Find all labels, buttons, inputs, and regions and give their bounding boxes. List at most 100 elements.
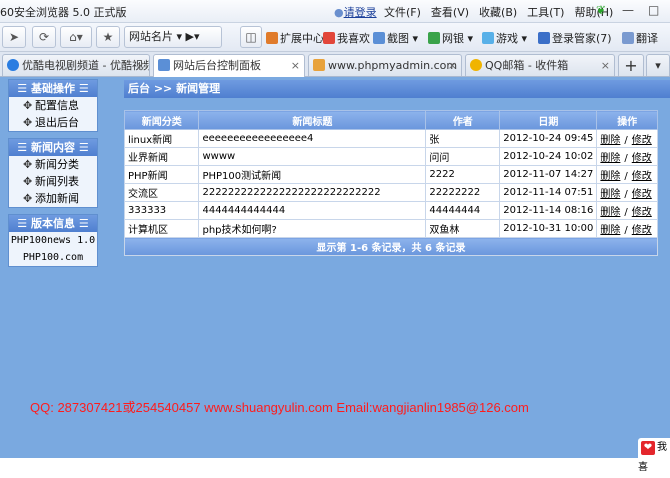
cross-icon: ✥	[23, 99, 33, 112]
tab-phpmyadmin[interactable]: www.phpmyadmin.com ... ×	[308, 54, 462, 76]
cell-author: 44444444	[425, 201, 501, 220]
new-tab-button[interactable]: +	[618, 54, 644, 76]
edit-link[interactable]: 修改	[632, 171, 652, 182]
title-bar: 60安全浏览器 5.0 正式版 ●请登录 文件(F) 查看(V) 收藏(B) 工…	[0, 0, 670, 23]
favorites-button[interactable]: 我喜欢	[323, 30, 370, 46]
sidebar-section-news: ☰ 新闻内容 ☰ ✥ 新闻分类 ✥ 新闻列表 ✥ 添加新闻	[8, 138, 98, 208]
tab-youku[interactable]: 优酷电视剧频道 - 优酷视频 ×	[2, 54, 150, 76]
cell-title: php技术如何啊?	[198, 219, 427, 238]
games-button[interactable]: 游戏 ▾	[482, 30, 527, 46]
tab-qq-mail[interactable]: QQ邮箱 - 收件箱 ×	[465, 54, 615, 76]
favorite-corner-button[interactable]: ❤ 我喜	[638, 438, 670, 473]
section-header: ☰ 基础操作 ☰	[9, 80, 97, 97]
menu-favorites[interactable]: 收藏(B)	[479, 4, 517, 20]
breadcrumb: 后台 >> 新闻管理	[124, 80, 670, 98]
operation-separator: /	[624, 171, 628, 182]
cell-date: 2012-11-14 07:51	[499, 183, 598, 202]
version-site: PHP100.com	[22, 252, 84, 263]
cell-operations: 删除 / 修改	[596, 201, 658, 220]
column-header: 日期	[499, 110, 598, 130]
translate-button[interactable]: 翻译	[622, 30, 658, 46]
tab-list-icon[interactable]: ▾	[646, 54, 670, 76]
gamepad-icon	[482, 32, 494, 44]
cell-date: 2012-10-31 10:00	[499, 219, 598, 238]
extensions-icon	[266, 32, 278, 44]
cell-title: eeeeeeeeeeeeeeeee4	[198, 129, 427, 148]
sidebar-item-config[interactable]: ✥ 配置信息	[9, 97, 97, 114]
bookmark-star-icon[interactable]: ★	[96, 26, 120, 48]
delete-link[interactable]: 删除	[600, 171, 620, 182]
delete-link[interactable]: 删除	[600, 153, 620, 164]
edit-link[interactable]: 修改	[632, 207, 652, 218]
refresh-icon[interactable]: ⟳	[32, 26, 56, 48]
maximize-icon[interactable]: □	[648, 3, 659, 17]
edit-link[interactable]: 修改	[632, 189, 652, 200]
menu-file[interactable]: 文件(F)	[384, 4, 421, 20]
cell-date: 2012-11-14 08:16	[499, 201, 598, 220]
tab-bar: 优酷电视剧频道 - 优酷视频 × 网站后台控制面板 × www.phpmyadmin…	[0, 52, 670, 77]
delete-link[interactable]: 删除	[600, 225, 620, 236]
cell-author: 2222	[425, 165, 501, 184]
cell-author: 问问	[425, 147, 501, 166]
login-manager-button[interactable]: 登录管家(7)	[538, 30, 612, 46]
home-icon[interactable]: ⌂▾	[60, 26, 92, 48]
forward-icon[interactable]: ➤	[2, 26, 26, 48]
sidebar-item-categories[interactable]: ✥ 新闻分类	[9, 156, 97, 173]
scissors-icon	[373, 32, 385, 44]
operation-separator: /	[624, 225, 628, 236]
close-icon[interactable]: ×	[291, 55, 300, 76]
delete-link[interactable]: 删除	[600, 207, 620, 218]
login-link[interactable]: ●请登录	[334, 4, 377, 20]
edit-link[interactable]: 修改	[632, 225, 652, 236]
edit-link[interactable]: 修改	[632, 153, 652, 164]
cell-category: 333333	[123, 201, 200, 220]
menu-tools[interactable]: 工具(T)	[527, 4, 564, 20]
sidebar-item-logout[interactable]: ✥ 退出后台	[9, 114, 97, 131]
close-icon[interactable]: ×	[601, 55, 610, 76]
sidebar-item-add-news[interactable]: ✥ 添加新闻	[9, 190, 97, 207]
cross-icon: ✥	[23, 116, 33, 129]
bank-button[interactable]: 网银 ▾	[428, 30, 473, 46]
key-icon	[538, 32, 550, 44]
main-panel: 后台 >> 新闻管理 新闻分类 新闻标题 作者 日期 操作 linux新闻 eee…	[123, 80, 670, 256]
cell-author: 张	[425, 129, 501, 148]
table-header-row: 新闻分类 新闻标题 作者 日期 操作	[123, 110, 658, 130]
news-table: 新闻分类 新闻标题 作者 日期 操作 linux新闻 eeeeeeeeeeeeee…	[123, 110, 658, 256]
pagination-summary: 显示第 1-6 条记录，共 6 条记录	[124, 237, 658, 256]
extensions-button[interactable]: 扩展中心	[266, 30, 324, 46]
section-header: ☰ 新闻内容 ☰	[9, 139, 97, 156]
shield-icon[interactable]: ◫	[240, 26, 262, 48]
delete-link[interactable]: 删除	[600, 135, 620, 146]
operation-separator: /	[624, 135, 628, 146]
cross-icon: ✥	[23, 175, 33, 188]
contact-watermark: QQ: 287307421或254540457 www.shuangyulin.…	[30, 400, 529, 415]
column-header: 新闻标题	[198, 110, 427, 130]
menu-help[interactable]: 帮助(H)	[574, 4, 613, 20]
tab-admin-panel[interactable]: 网站后台控制面板 ×	[153, 54, 305, 77]
sidebar-section-version: ☰ 版本信息 ☰ PHP100news 1.0 PHP100.com	[8, 214, 98, 267]
cell-category: 交流区	[123, 183, 200, 202]
translate-icon	[622, 32, 634, 44]
cell-author: 双鱼林	[425, 219, 501, 238]
cross-icon: ✥	[23, 192, 33, 205]
operation-separator: /	[624, 189, 628, 200]
minimize-icon[interactable]: —	[622, 3, 634, 17]
delete-link[interactable]: 删除	[600, 189, 620, 200]
page-content: ☰ 基础操作 ☰ ✥ 配置信息 ✥ 退出后台 ☰ 新闻内容 ☰ ✥ 新闻分类 ✥ 新闻列…	[0, 77, 670, 473]
heart-icon	[323, 32, 335, 44]
youku-icon	[7, 59, 19, 71]
page-icon	[158, 59, 170, 71]
screenshot-button[interactable]: 截图 ▾	[373, 30, 418, 46]
edit-link[interactable]: 修改	[632, 135, 652, 146]
close-icon[interactable]: ×	[448, 55, 457, 76]
menu-view[interactable]: 查看(V)	[431, 4, 469, 20]
close-icon[interactable]: ×	[136, 55, 145, 76]
table-footer-row: 显示第 1-6 条记录，共 6 条记录	[124, 237, 658, 256]
site-card-button[interactable]: 网站名片 ▾ ▶▾	[124, 26, 222, 48]
column-header: 新闻分类	[123, 110, 200, 130]
sidebar-item-news-list[interactable]: ✥ 新闻列表	[9, 173, 97, 190]
sidebar-section-basic: ☰ 基础操作 ☰ ✥ 配置信息 ✥ 退出后台	[8, 79, 98, 132]
version-name: PHP100news 1.0	[10, 235, 96, 246]
cell-author: 22222222	[425, 183, 501, 202]
skin-icon[interactable]: ❦	[596, 3, 606, 17]
